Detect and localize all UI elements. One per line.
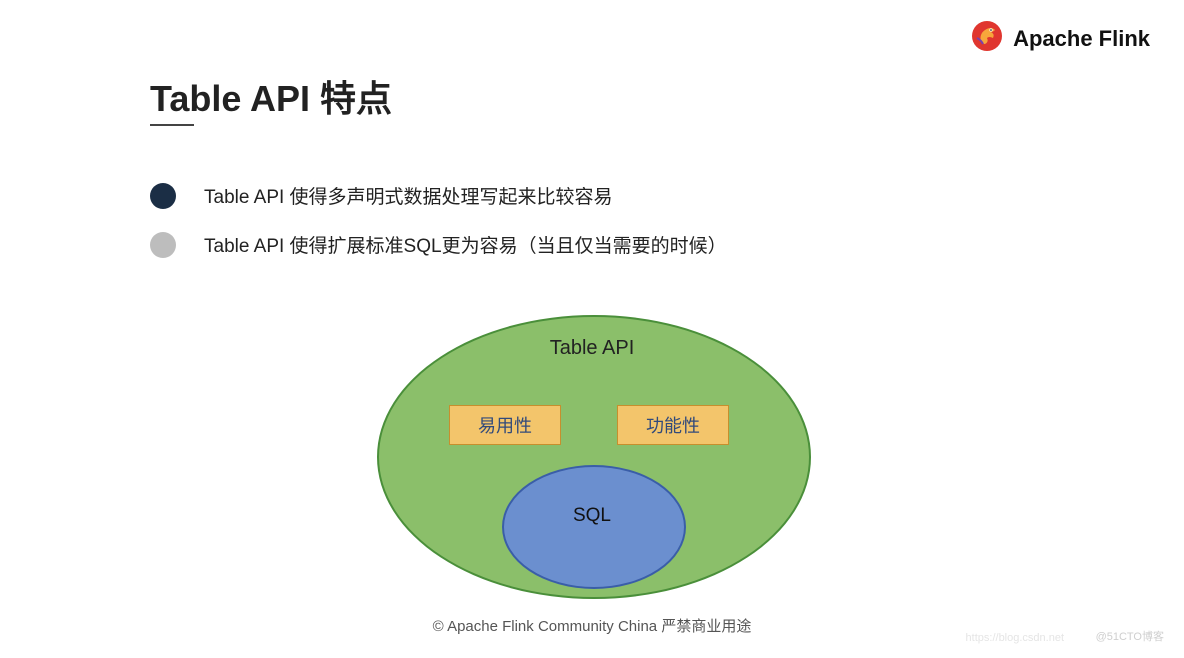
box-functionality: 功能性 <box>617 405 729 445</box>
brand-header: Apache Flink <box>971 20 1150 57</box>
bullet-text: Table API 使得扩展标准SQL更为容易（当且仅当需要的时候） <box>204 231 727 258</box>
box-usability: 易用性 <box>449 405 561 445</box>
watermark-left: https://blog.csdn.net <box>966 632 1064 644</box>
bullet-list: Table API 使得多声明式数据处理写起来比较容易 Table API 使得… <box>150 182 727 280</box>
title-underline <box>150 124 194 126</box>
watermark-right: @51CTO博客 <box>1096 628 1164 644</box>
bullet-item-1: Table API 使得多声明式数据处理写起来比较容易 <box>150 182 727 209</box>
bullet-dot-icon <box>150 183 176 209</box>
bullet-dot-icon <box>150 232 176 258</box>
footer-copyright: © Apache Flink Community China 严禁商业用途 <box>433 615 752 636</box>
inner-ellipse <box>502 465 686 589</box>
page-title: Table API 特点 <box>150 70 392 122</box>
brand-name: Apache Flink <box>1013 26 1150 52</box>
outer-ellipse-label: Table API <box>550 337 635 360</box>
flink-logo-icon <box>971 20 1003 57</box>
bullet-item-2: Table API 使得扩展标准SQL更为容易（当且仅当需要的时候） <box>150 231 727 258</box>
inner-ellipse-label: SQL <box>573 505 611 527</box>
venn-diagram: Table API 易用性 功能性 SQL <box>377 315 807 595</box>
bullet-text: Table API 使得多声明式数据处理写起来比较容易 <box>204 182 613 209</box>
